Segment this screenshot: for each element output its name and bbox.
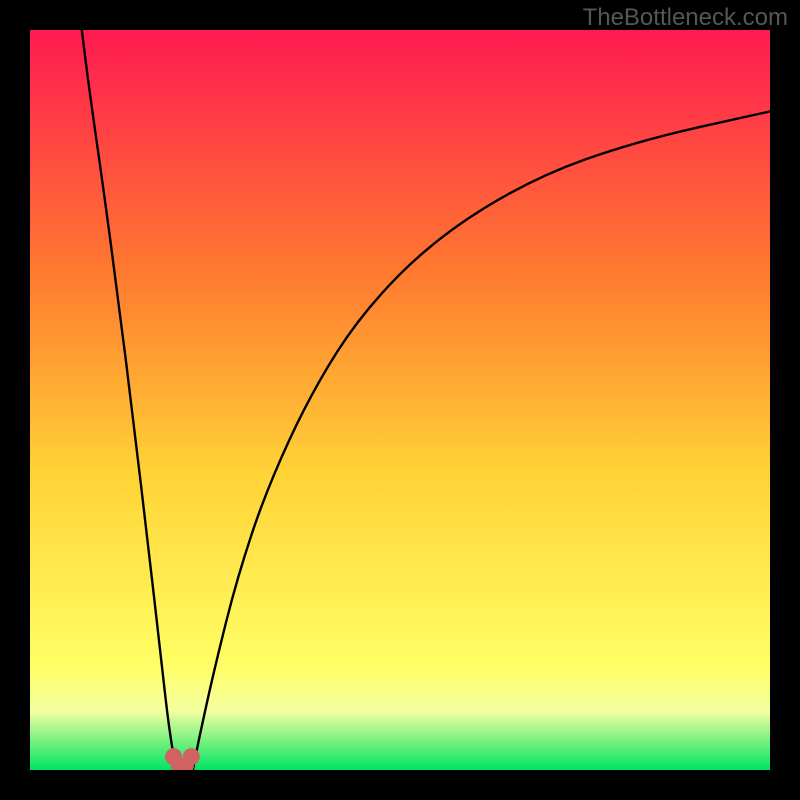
- marker-dot: [183, 748, 200, 765]
- gradient-background: [30, 30, 770, 770]
- outer-frame: TheBottleneck.com: [0, 0, 800, 800]
- chart-svg: [30, 30, 770, 770]
- plot-area: [30, 30, 770, 770]
- attribution-label: TheBottleneck.com: [583, 4, 788, 32]
